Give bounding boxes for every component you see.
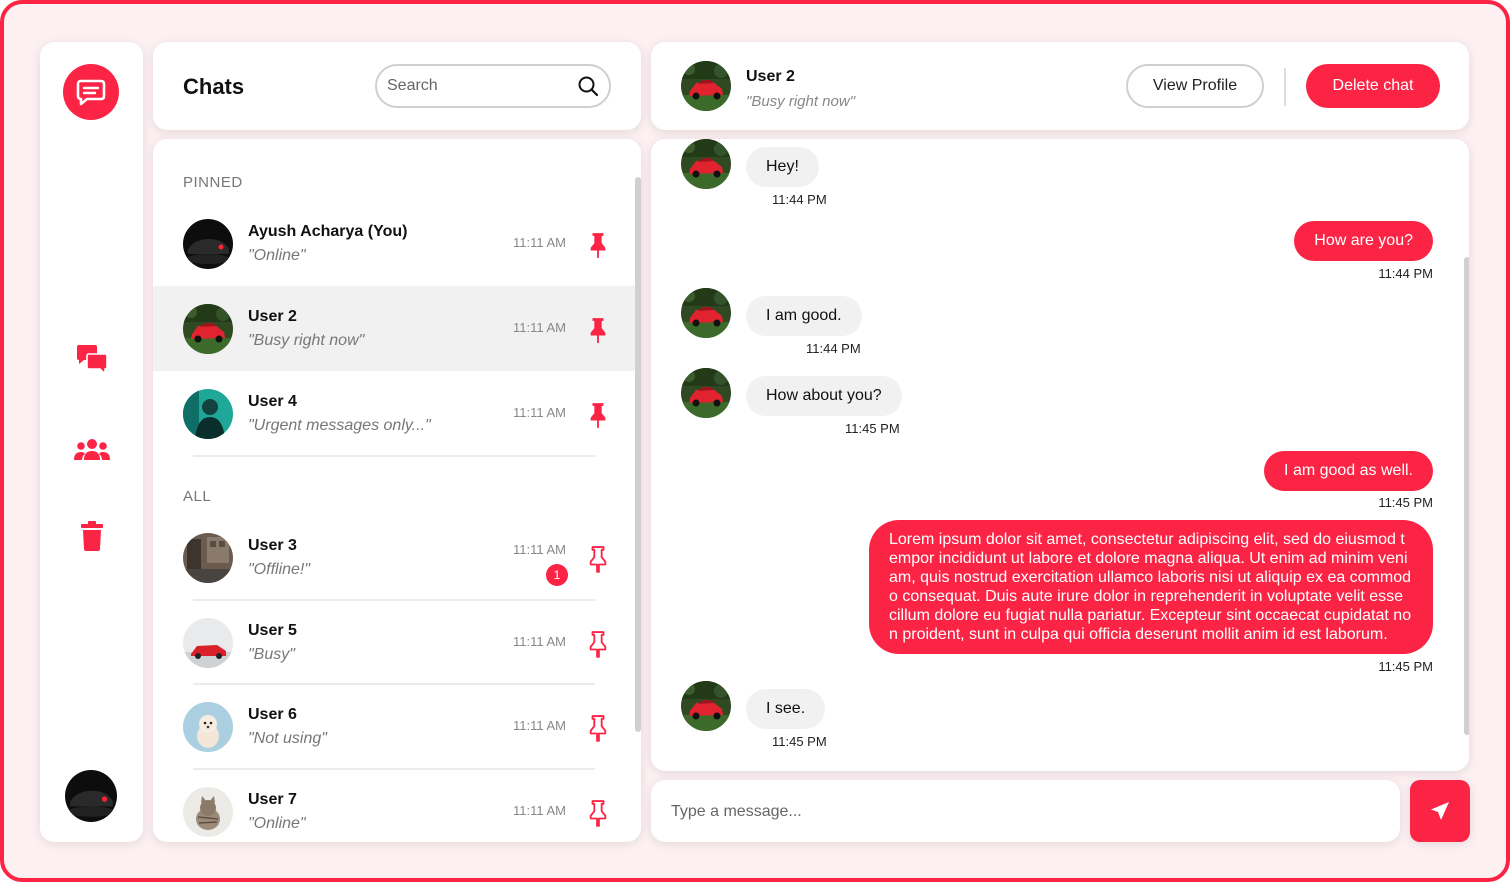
chats-icon[interactable] (72, 340, 112, 380)
avatar (183, 702, 233, 752)
message-composer[interactable] (651, 780, 1400, 842)
chat-bubble-icon[interactable] (63, 64, 119, 120)
message-in: I am good. (746, 296, 862, 336)
trash-icon[interactable] (72, 516, 112, 556)
chat-item-user-3[interactable]: User 3 "Offline!" 11:11 AM 1 (153, 515, 635, 600)
conversation-name: User 2 (746, 68, 795, 85)
message-out: How are you? (1294, 221, 1433, 261)
all-label: ALL (183, 488, 212, 505)
message-time: 11:44 PM (806, 341, 861, 356)
message-time: 11:44 PM (772, 192, 827, 207)
pin-icon[interactable] (587, 401, 609, 429)
chat-item-user-2[interactable]: User 2 "Busy right now" 11:11 AM (153, 286, 635, 371)
chats-header: Chats (153, 42, 641, 130)
last-time: 11:11 AM (513, 718, 566, 733)
last-time: 11:11 AM (513, 320, 566, 335)
avatar (681, 288, 731, 338)
chat-item-user-5[interactable]: User 5 "Busy" 11:11 AM (153, 600, 635, 685)
last-time: 11:11 AM (513, 235, 566, 250)
last-time: 11:11 AM (513, 634, 566, 649)
send-icon (1431, 802, 1449, 820)
avatar (681, 368, 731, 418)
search-input[interactable] (387, 75, 567, 97)
avatar[interactable] (681, 61, 731, 111)
current-user-avatar[interactable] (65, 770, 117, 822)
message-time: 11:45 PM (1378, 659, 1433, 674)
contact-name: User 6 (248, 706, 297, 723)
chat-item-user-6[interactable]: User 6 "Not using" 11:11 AM (153, 684, 635, 769)
pin-icon[interactable] (587, 231, 609, 259)
pin-outline-icon[interactable] (587, 545, 609, 573)
send-button[interactable] (1410, 780, 1470, 842)
pin-outline-icon[interactable] (587, 630, 609, 658)
contact-status: "Not using" (248, 730, 327, 747)
nav-rail (40, 42, 143, 842)
pin-icon[interactable] (587, 316, 609, 344)
contact-status: "Urgent messages only..." (248, 417, 431, 434)
message-in: Hey! (746, 147, 819, 187)
message-input[interactable] (671, 800, 1371, 824)
contact-name: User 7 (248, 791, 297, 808)
chat-item-ayush[interactable]: Ayush Acharya (You) "Online" 11:11 AM (153, 201, 635, 286)
conversation-header: User 2 "Busy right now" View Profile Del… (651, 42, 1469, 130)
chat-item-user-4[interactable]: User 4 "Urgent messages only..." 11:11 A… (153, 371, 635, 456)
contact-name: User 3 (248, 537, 297, 554)
avatar (681, 139, 731, 189)
users-icon[interactable] (72, 430, 112, 470)
contact-name: User 4 (248, 393, 297, 410)
contact-status: "Busy right now" (248, 332, 365, 349)
pin-outline-icon[interactable] (587, 714, 609, 742)
message-in: I see. (746, 689, 826, 729)
conversation-status: "Busy right now" (746, 93, 856, 110)
contact-name: User 5 (248, 622, 297, 639)
message-area: Hey! 11:44 PM How are you? 11:44 PM I am… (651, 139, 1469, 771)
contact-name: Ayush Acharya (You) (248, 223, 408, 240)
avatar (183, 304, 233, 354)
contact-status: "Offline!" (248, 561, 311, 578)
message-time: 11:45 PM (1378, 495, 1433, 510)
pinned-label: PINNED (183, 174, 243, 191)
delete-chat-button[interactable]: Delete chat (1306, 64, 1440, 108)
divider (193, 455, 595, 457)
chat-item-user-7[interactable]: User 7 "Online" 11:11 AM (153, 769, 635, 842)
last-time: 11:11 AM (513, 542, 566, 557)
search-box[interactable] (375, 64, 611, 108)
avatar (183, 389, 233, 439)
contact-status: "Online" (248, 247, 306, 264)
last-time: 11:11 AM (513, 803, 566, 818)
contact-name: User 2 (248, 308, 297, 325)
avatar (183, 219, 233, 269)
message-out-long: Lorem ipsum dolor sit amet, consectetur … (869, 520, 1433, 654)
chat-list-scrollbar[interactable] (635, 177, 641, 732)
chats-title: Chats (183, 74, 245, 99)
message-time: 11:45 PM (845, 421, 900, 436)
chat-list: PINNED Ayush Acharya (You) "Online" 11:1… (153, 139, 641, 842)
avatar (681, 681, 731, 731)
message-out: I am good as well. (1264, 451, 1433, 491)
message-time: 11:45 PM (772, 734, 827, 749)
message-in: How about you? (746, 376, 902, 416)
last-time: 11:11 AM (513, 405, 566, 420)
pin-outline-icon[interactable] (587, 799, 609, 827)
avatar (183, 787, 233, 837)
contact-status: "Busy" (248, 646, 295, 663)
search-icon[interactable] (577, 75, 599, 97)
contact-status: "Online" (248, 815, 306, 832)
divider (1284, 68, 1286, 106)
avatar (183, 533, 233, 583)
view-profile-button[interactable]: View Profile (1126, 64, 1264, 108)
message-time: 11:44 PM (1378, 266, 1433, 281)
unread-badge: 1 (546, 564, 568, 586)
avatar (183, 618, 233, 668)
messages-scrollbar[interactable] (1464, 257, 1469, 735)
